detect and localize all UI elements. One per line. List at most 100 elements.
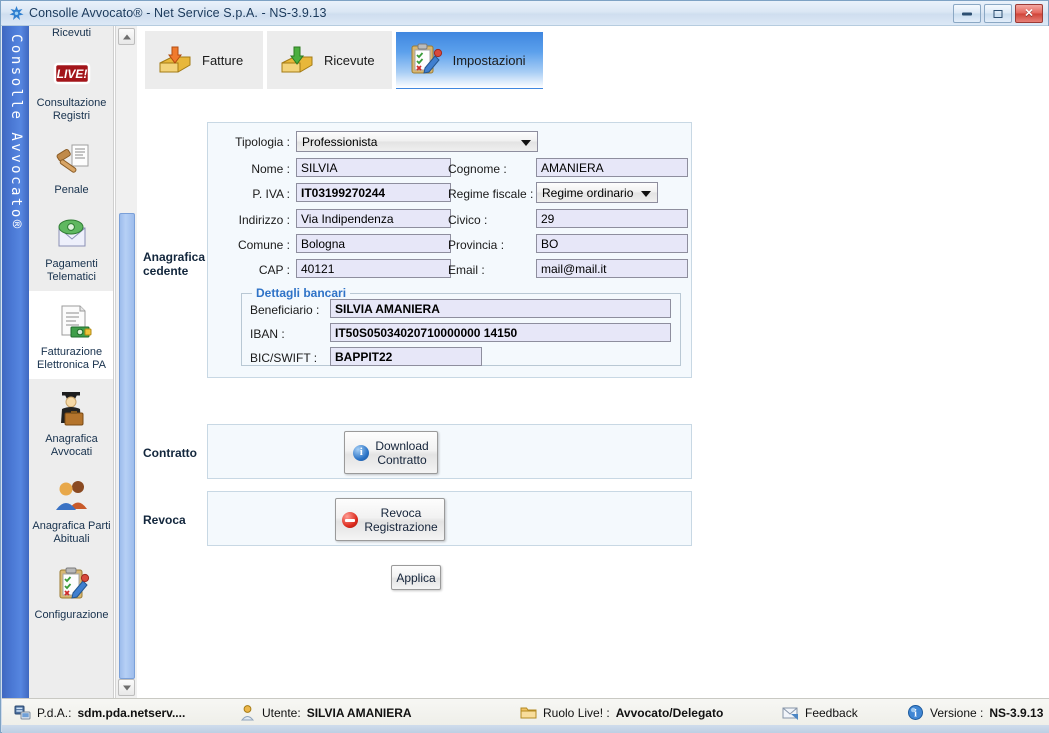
status-utente-label: Utente:	[262, 705, 301, 720]
revoca-registrazione-label: Revoca Registrazione	[364, 505, 438, 534]
status-bar: P.d.A.: sdm.pda.netserv.... Utente: SILV…	[2, 698, 1049, 725]
cognome-input[interactable]: AMANIERA	[536, 158, 688, 177]
status-feedback[interactable]: Feedback	[782, 699, 858, 726]
status-versione-label: Versione :	[930, 705, 984, 720]
tab-label: Impostazioni	[452, 52, 526, 68]
sidebar-item-consultazione-registri[interactable]: LIVE! Consultazione Registri	[29, 41, 113, 130]
civico-input[interactable]: 29	[536, 209, 688, 228]
tipologia-label: Tipologia :	[235, 135, 290, 149]
cognome-label: Cognome :	[448, 162, 507, 176]
dettagli-bancari-legend: Dettagli bancari	[252, 286, 351, 300]
status-versione-value: NS-3.9.13	[989, 705, 1044, 720]
download-contratto-button[interactable]: i Download Contratto	[344, 431, 438, 474]
piva-label: P. IVA :	[252, 187, 290, 201]
sidebar-item-anagrafica-avvocati[interactable]: Anagrafica Avvocati	[29, 379, 113, 466]
scrollbar-thumb[interactable]	[119, 213, 135, 679]
sidebar-item-label: Fatturazione Elettronica PA	[37, 346, 106, 371]
tipologia-select[interactable]: Professionista	[296, 131, 538, 152]
clipboard-pencil-icon	[49, 565, 95, 607]
clipboard-pencil-icon	[407, 41, 445, 79]
info-circle-icon: i	[907, 704, 924, 721]
sidebar-item-pagamenti-telematici[interactable]: Pagamenti Telematici	[29, 204, 113, 291]
application-window: Consolle Avvocato® - Net Service S.p.A. …	[0, 0, 1049, 733]
revoca-row-label: Revoca	[143, 513, 186, 527]
close-button[interactable]: ✕	[1015, 4, 1043, 23]
sidebar-item-label: Configurazione	[34, 609, 109, 621]
tab-impostazioni[interactable]: Impostazioni	[395, 31, 543, 89]
window-controls: ✕	[953, 4, 1043, 23]
window-title: Consolle Avvocato® - Net Service S.p.A. …	[29, 6, 327, 20]
minimize-button[interactable]	[953, 4, 981, 23]
status-pda-value: sdm.pda.netserv....	[77, 705, 186, 720]
applica-label: Applica	[396, 570, 436, 585]
live-badge-icon: LIVE!	[49, 53, 95, 95]
status-versione: i Versione : NS-3.9.13	[907, 699, 1043, 726]
sidebar-item-fatturazione-elettronica-pa[interactable]: Fatturazione Elettronica PA	[29, 291, 113, 379]
anagrafica-row-label: Anagrafica cedente	[143, 250, 213, 278]
tab-fatture[interactable]: Fatture	[145, 31, 263, 89]
user-icon	[239, 704, 256, 721]
status-ruolo-label: Ruolo Live! :	[543, 705, 610, 720]
app-icon	[8, 5, 25, 22]
contratto-panel: i Download Contratto	[207, 424, 692, 479]
sidebar-item-anagrafica-parti-abituali[interactable]: Anagrafica Parti Abituali	[29, 466, 113, 553]
nome-input[interactable]: SILVIA	[296, 158, 451, 177]
email-input[interactable]: mail@mail.it	[536, 259, 688, 278]
sidebar-item-penale[interactable]: Penale	[29, 130, 113, 204]
chevron-down-icon	[641, 190, 651, 197]
cap-input[interactable]: 40121	[296, 259, 451, 278]
tab-strip[interactable]: Fatture Ricevute Impostazioni	[145, 31, 543, 89]
sidebar-scrollbar[interactable]	[115, 26, 137, 698]
indirizzo-label: Indirizzo :	[238, 213, 290, 227]
window-bottom-edge	[2, 725, 1049, 733]
anagrafica-label-line1: Anagrafica	[143, 250, 206, 264]
bic-swift-input[interactable]: BAPPIT22	[330, 347, 482, 366]
sidebar-partial-item-label: Ricevuti	[51, 27, 92, 39]
comune-input[interactable]: Bologna	[296, 234, 451, 253]
iban-input[interactable]: IT50S05034020710000000 14150	[330, 323, 671, 342]
tab-ricevute[interactable]: Ricevute	[267, 31, 392, 89]
civico-label: Civico :	[448, 213, 488, 227]
regime-fiscale-select[interactable]: Regime ordinario	[536, 182, 658, 203]
download-contratto-label: Download Contratto	[375, 438, 429, 467]
anagrafica-panel: Tipologia : Professionista Nome : SILVIA…	[207, 122, 692, 378]
close-icon: ✕	[1024, 7, 1034, 19]
contratto-row-label: Contratto	[143, 446, 197, 460]
title-bar: Consolle Avvocato® - Net Service S.p.A. …	[1, 1, 1048, 26]
status-utente-value: SILVIA AMANIERA	[306, 705, 412, 720]
email-label: Email :	[448, 263, 485, 277]
client-area: Consolle Avvocato® Ricevuti LIVE! Consul…	[2, 26, 1049, 698]
sidebar-item-label: Anagrafica Avvocati	[45, 433, 98, 458]
revoca-registrazione-button[interactable]: Revoca Registrazione	[335, 498, 445, 541]
invoice-money-icon	[49, 302, 95, 344]
brand-strip: Consolle Avvocato®	[2, 26, 29, 698]
tipologia-value: Professionista	[302, 135, 378, 149]
scroll-up-button[interactable]	[118, 28, 135, 45]
regime-fiscale-value: Regime ordinario	[542, 186, 634, 200]
regime-fiscale-label: Regime fiscale :	[448, 187, 534, 201]
comune-label: Comune :	[237, 238, 290, 252]
status-pda: P.d.A.: sdm.pda.netserv....	[14, 699, 185, 726]
svg-text:i: i	[914, 709, 917, 720]
status-utente: Utente: SILVIA AMANIERA	[239, 699, 412, 726]
sidebar-nav[interactable]: Ricevuti LIVE! Consultazione Registri Pe…	[29, 26, 114, 698]
piva-input[interactable]: IT03199270244	[296, 183, 451, 202]
chevron-down-icon	[521, 139, 531, 146]
info-circle-icon: i	[353, 444, 370, 461]
dettagli-bancari-fieldset: Dettagli bancari Beneficiario : SILVIA A…	[241, 286, 681, 366]
provincia-input[interactable]: BO	[536, 234, 688, 253]
applica-button[interactable]: Applica	[391, 565, 441, 590]
beneficiario-input[interactable]: SILVIA AMANIERA	[330, 299, 671, 318]
maximize-button[interactable]	[984, 4, 1012, 23]
cap-label: CAP :	[258, 263, 290, 277]
revoca-panel: Revoca Registrazione	[207, 491, 692, 546]
tab-label: Fatture	[202, 52, 244, 68]
sidebar-item-label: Penale	[54, 184, 89, 196]
status-ruolo-value: Avvocato/Delegato	[615, 705, 724, 720]
scroll-down-button[interactable]	[118, 679, 135, 696]
sidebar-item-configurazione[interactable]: Configurazione	[29, 553, 113, 629]
content-area: Fatture Ricevute Impostazioni Anagrafica…	[137, 26, 1049, 698]
server-icon	[14, 704, 31, 721]
brand-vertical-text: Consolle Avvocato®	[7, 34, 24, 231]
indirizzo-input[interactable]: Via Indipendenza	[296, 209, 451, 228]
